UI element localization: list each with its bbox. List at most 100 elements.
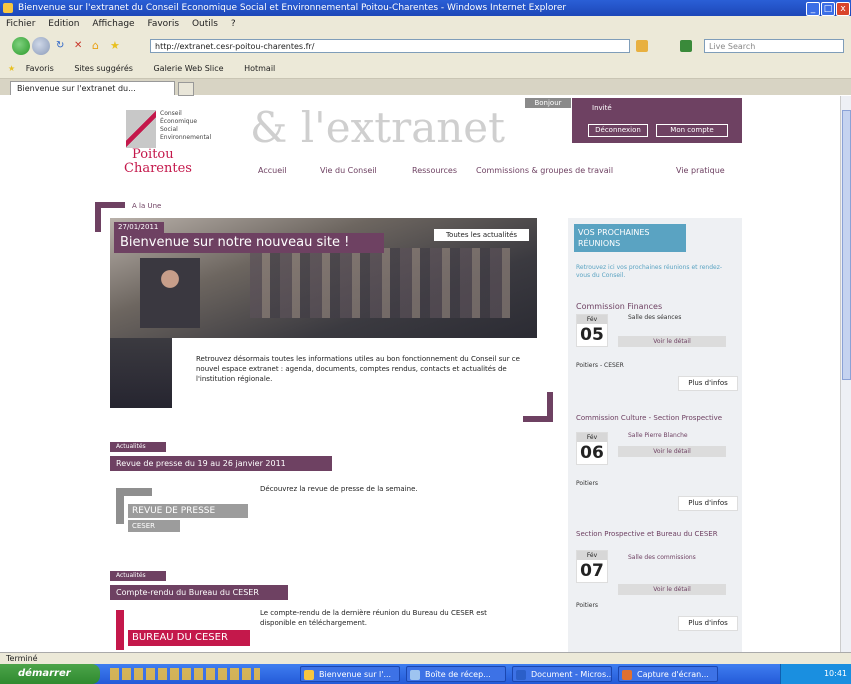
taskbar-item-label: Capture d'écran...: [637, 670, 709, 679]
web-page: Conseil Économique Social Environnementa…: [0, 96, 840, 652]
event-detail-button[interactable]: Voir le détail: [618, 446, 726, 457]
menu-help[interactable]: ?: [231, 19, 236, 29]
menu-favorites[interactable]: Favoris: [147, 19, 179, 29]
all-news-button[interactable]: Toutes les actualités: [434, 229, 529, 241]
start-button[interactable]: démarrer: [0, 664, 100, 684]
event-detail-button[interactable]: Voir le détail: [618, 336, 726, 347]
corner-bracket: [95, 202, 125, 208]
vertical-scrollbar[interactable]: [840, 96, 851, 652]
logo-mark-icon: [126, 110, 156, 148]
hotmail-link[interactable]: Hotmail: [244, 64, 275, 73]
event-location-line: Salle des commissions: [628, 554, 696, 561]
article-title[interactable]: Compte-rendu du Bureau du CESER: [110, 585, 288, 600]
ie-icon: [3, 3, 13, 13]
close-button[interactable]: x: [836, 2, 850, 16]
article-tag: Actualités: [110, 442, 166, 452]
event-title[interactable]: Commission Culture - Section Prospective: [576, 414, 726, 422]
taskbar-item-label: Boîte de récep...: [425, 670, 491, 679]
favorites-star-icon[interactable]: ★: [110, 40, 122, 52]
event-day: 05: [580, 325, 604, 345]
event-date: Fév 05: [576, 314, 608, 347]
live-search-icon[interactable]: [680, 40, 692, 52]
feature-date: 27/01/2011: [114, 222, 164, 233]
feature-title[interactable]: Bienvenue sur notre nouveau site !: [114, 233, 384, 253]
taskbar-item-label: Bienvenue sur l'...: [319, 670, 392, 679]
login-user: Invité: [592, 104, 612, 112]
forward-icon[interactable]: [32, 37, 50, 55]
sidebar: VOS PROCHAINES RÉUNIONS Retrouvez ici vo…: [568, 218, 742, 652]
photo-person: [140, 258, 200, 328]
article-thumb-sub: CESER: [128, 520, 180, 532]
taskbar: démarrer Bienvenue sur l'... Boîte de ré…: [0, 664, 851, 684]
favorites-label[interactable]: Favoris: [26, 64, 54, 73]
taskbar-item[interactable]: Bienvenue sur l'...: [300, 666, 400, 682]
menu-file[interactable]: Fichier: [6, 19, 35, 29]
login-box: Bonjour Invité Déconnexion Mon compte: [525, 98, 742, 143]
quick-launch-icons[interactable]: [110, 668, 260, 680]
event-title[interactable]: Commission Finances: [576, 302, 726, 311]
event-more-button[interactable]: Plus d'infos: [678, 496, 738, 511]
menu-tools[interactable]: Outils: [192, 19, 218, 29]
event-month: Fév: [577, 551, 607, 560]
favorites-icon[interactable]: ★: [8, 64, 15, 73]
event-day: 06: [580, 443, 604, 463]
nav-resources[interactable]: Ressources: [412, 166, 457, 175]
article-tag: Actualités: [110, 571, 166, 581]
event-place: Poitiers - CESER: [576, 362, 624, 369]
window-title: Bienvenue sur l'extranet du Conseil Econ…: [18, 3, 567, 13]
stop-icon[interactable]: ✕: [74, 41, 84, 51]
event-month: Fév: [577, 315, 607, 324]
taskbar-item[interactable]: Boîte de récep...: [406, 666, 506, 682]
event-more-button[interactable]: Plus d'infos: [678, 376, 738, 391]
taskbar-item[interactable]: Capture d'écran...: [618, 666, 718, 682]
nav-commissions[interactable]: Commissions & groupes de travail: [476, 166, 613, 175]
maximize-button[interactable]: □: [821, 2, 835, 16]
event-month: Fév: [577, 433, 607, 442]
address-input[interactable]: http://extranet.cesr-poitou-charentes.fr…: [150, 39, 630, 53]
article-thumb-bracket: [116, 610, 124, 650]
minimize-button[interactable]: _: [806, 2, 820, 16]
logo-line-4: Environnemental: [160, 134, 212, 141]
logo-line-1: Conseil: [160, 110, 182, 117]
my-account-button[interactable]: Mon compte: [656, 124, 728, 137]
tab-current[interactable]: Bienvenue sur l'extranet du...: [10, 81, 175, 95]
article-title[interactable]: Revue de presse du 19 au 26 janvier 2011: [110, 456, 332, 471]
event-detail-button[interactable]: Voir le détail: [618, 584, 726, 595]
article-body: Le compte-rendu de la dernière réunion d…: [260, 609, 487, 627]
event-date: Fév 06: [576, 432, 608, 465]
logo-region-line-1: Poitou: [132, 147, 174, 162]
nav-home[interactable]: Accueil: [258, 166, 287, 175]
event-day: 07: [580, 561, 604, 581]
site-logo[interactable]: Conseil Économique Social Environnementa…: [118, 104, 211, 184]
search-input[interactable]: Live Search: [704, 39, 844, 53]
home-icon[interactable]: ⌂: [92, 40, 104, 52]
corner-bracket: [523, 416, 553, 422]
event-location-line: Salle des séances: [628, 314, 682, 321]
refresh-icon[interactable]: ↻: [56, 41, 66, 51]
logo-region-line-2: Charentes: [124, 161, 192, 176]
taskbar-item[interactable]: Document - Micros...: [512, 666, 612, 682]
menu-edit[interactable]: Edition: [48, 19, 79, 29]
rss-icon[interactable]: [636, 40, 648, 52]
suggested-sites-link[interactable]: Sites suggérés: [74, 64, 133, 73]
article-thumb-title[interactable]: BUREAU DU CESER: [128, 630, 250, 646]
event-place: Poitiers: [576, 602, 599, 609]
nav-practical[interactable]: Vie pratique: [676, 166, 725, 175]
event-date: Fév 07: [576, 550, 608, 583]
article-thumb-title[interactable]: REVUE DE PRESSE: [128, 504, 248, 518]
logo-line-3: Social: [160, 126, 178, 133]
nav-council[interactable]: Vie du Conseil: [320, 166, 377, 175]
status-text: Terminé: [6, 654, 38, 663]
web-slice-link[interactable]: Galerie Web Slice: [153, 64, 223, 73]
menu-view[interactable]: Affichage: [92, 19, 134, 29]
scrollbar-thumb[interactable]: [842, 110, 851, 380]
taskbar-item-label: Document - Micros...: [531, 670, 612, 679]
back-icon[interactable]: [12, 37, 30, 55]
ie-icon: [304, 670, 314, 680]
event-more-button[interactable]: Plus d'infos: [678, 616, 738, 631]
mail-icon: [410, 670, 420, 680]
clock[interactable]: 10:41: [824, 669, 847, 678]
logout-button[interactable]: Déconnexion: [588, 124, 648, 137]
event-title[interactable]: Section Prospective et Bureau du CESER: [576, 530, 726, 538]
new-tab-button[interactable]: [178, 82, 194, 96]
